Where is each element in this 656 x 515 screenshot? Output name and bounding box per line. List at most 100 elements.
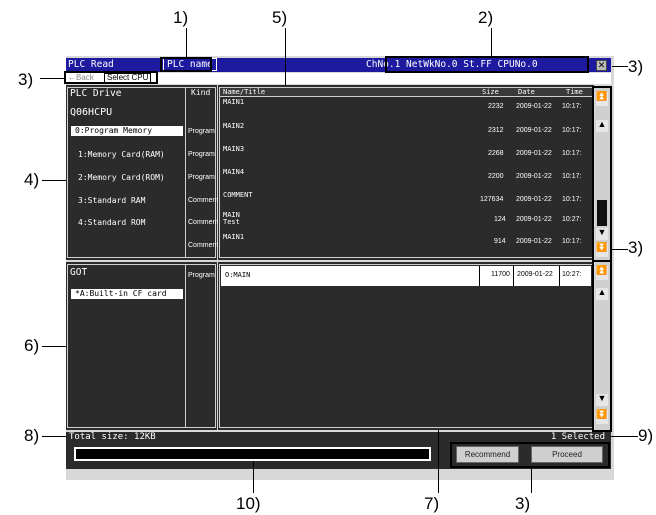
got-file-list-panel: O:MAIN 11700 2009-01-22 10:27: (218, 262, 594, 430)
got-item-builtin-cf-card[interactable]: *A:Built-in CF card (71, 289, 183, 299)
drive-kind: Program (188, 151, 215, 158)
file-row[interactable]: MAIN2 2312 2009-01-22 10:17: (218, 122, 594, 144)
progress-bar (74, 447, 431, 461)
file-row[interactable]: MAIN1 914 2009-01-22 10:17: (218, 233, 594, 255)
drive-kind: Comment (188, 242, 219, 249)
file-row[interactable]: MAIN3 2268 2009-01-22 10:17: (218, 145, 594, 167)
plc-drive-header: PLC Drive (70, 88, 122, 99)
file-time: 10:27: (562, 216, 582, 223)
callout-frame-scrollbar-upper (592, 86, 612, 262)
file-date: 2009-01-22 (516, 196, 552, 203)
got-file-row[interactable]: O:MAIN 11700 2009-01-22 10:27: (221, 266, 591, 286)
leader-line (253, 461, 254, 493)
leader-line (491, 28, 492, 56)
file-date: 2009-01-22 (516, 216, 552, 223)
file-size: 2200 (488, 173, 504, 180)
callout-10: 10) (236, 494, 261, 513)
size-header[interactable]: Size (482, 88, 499, 96)
callout-3-scrollbar: 3) (628, 238, 644, 257)
file-size: 2312 (488, 127, 504, 134)
callout-frame-buttons (450, 442, 610, 468)
leader-line (42, 436, 66, 437)
callout-frame-toolbar (64, 71, 158, 84)
drive-kind: Comment (188, 197, 219, 204)
file-name: O:MAIN (225, 271, 251, 279)
file-row[interactable]: COMMENT 127634 2009-01-22 10:17: (218, 191, 594, 213)
file-date: 2009-01-22 (516, 238, 552, 245)
file-time: 10:17: (562, 103, 582, 110)
file-time: 10:17: (562, 173, 582, 180)
callout-frame-scrollbar-lower (592, 260, 612, 432)
file-name: MAIN1 (223, 233, 245, 241)
callout-3-buttons: 3) (515, 494, 531, 513)
drive-kind: Comment (188, 219, 219, 226)
window-title: PLC Read (68, 59, 114, 70)
file-name: MAIN2 (223, 122, 245, 130)
got-header: GOT (70, 267, 88, 278)
cpu-name: Q06HCPU (70, 107, 113, 118)
leader-line (438, 430, 439, 493)
got-panel: GOT Program *A:Built-in CF card (66, 262, 217, 430)
name-title-header[interactable]: Name/Title (223, 88, 265, 96)
leader-line (285, 28, 286, 86)
file-title: Test (223, 218, 240, 226)
leader-line (612, 249, 628, 250)
time-header[interactable]: Time (566, 88, 583, 96)
drive-item-program-memory[interactable]: 0:Program Memory (71, 126, 183, 136)
leader-line (40, 78, 64, 79)
leader-line (42, 346, 66, 347)
drive-item-standard-ram[interactable]: 3:Standard RAM (78, 196, 145, 205)
drive-kind: Program (188, 128, 215, 135)
file-row[interactable]: MAIN1 2232 2009-01-22 10:17: (218, 98, 594, 120)
file-date: 2009-01-22 (516, 150, 552, 157)
file-name: MAIN4 (223, 168, 245, 176)
callout-frame-connection (385, 56, 589, 73)
file-time: 10:17: (562, 196, 582, 203)
file-date: 2009-01-22 (516, 127, 552, 134)
file-size: 914 (494, 238, 506, 245)
callout-2: 2) (478, 8, 494, 27)
file-time: 10:17: (562, 127, 582, 134)
drive-item-memory-card-ram[interactable]: 1:Memory Card(RAM) (78, 150, 165, 159)
file-time: 10:27: (562, 271, 582, 278)
got-kind: Program (188, 272, 215, 279)
file-size: 127634 (480, 196, 504, 203)
kind-header: Kind (191, 88, 211, 97)
leader-line (186, 28, 187, 58)
callout-8: 8) (24, 426, 40, 445)
callout-5: 5) (272, 8, 288, 27)
callout-6: 6) (24, 336, 40, 355)
callout-frame-plc-name (160, 57, 212, 72)
leader-line (531, 468, 532, 493)
file-row[interactable]: MAIN4 2200 2009-01-22 10:17: (218, 168, 594, 190)
file-row[interactable]: MAIN Test 124 2009-01-22 10:27: (218, 211, 594, 233)
file-size: 2232 (488, 103, 504, 110)
file-time: 10:17: (562, 150, 582, 157)
file-size: 124 (494, 216, 506, 223)
plc-drive-panel: PLC Drive Kind Q06HCPU 0:Program Memory … (66, 85, 219, 260)
callout-7: 7) (424, 494, 440, 513)
drive-item-standard-rom[interactable]: 4:Standard ROM (78, 218, 145, 227)
date-header[interactable]: Date (518, 88, 535, 96)
file-name: MAIN3 (223, 145, 245, 153)
file-name: MAIN1 (223, 98, 245, 106)
file-size: 11700 (491, 271, 510, 278)
close-icon[interactable]: ✕ (596, 60, 607, 71)
callout-3-close: 3) (628, 57, 644, 76)
file-list-panel: Name/Title Size Date Time MAIN1 2232 200… (218, 85, 594, 260)
file-date: 2009-01-22 (516, 173, 552, 180)
drive-kind: Program (188, 174, 215, 181)
callout-4: 4) (24, 170, 40, 189)
total-size: Total size: 12KB (69, 432, 156, 442)
callout-3-toolbar: 3) (18, 70, 34, 89)
callout-9: 9) (638, 426, 654, 445)
file-size: 2268 (488, 150, 504, 157)
leader-line (612, 66, 628, 67)
file-date: 2009-01-22 (516, 103, 552, 110)
leader-line (611, 436, 638, 437)
drive-item-memory-card-rom[interactable]: 2:Memory Card(ROM) (78, 173, 165, 182)
callout-1: 1) (173, 8, 189, 27)
file-date: 2009-01-22 (517, 271, 553, 278)
file-name: COMMENT (223, 191, 253, 199)
file-time: 10:17: (562, 238, 582, 245)
